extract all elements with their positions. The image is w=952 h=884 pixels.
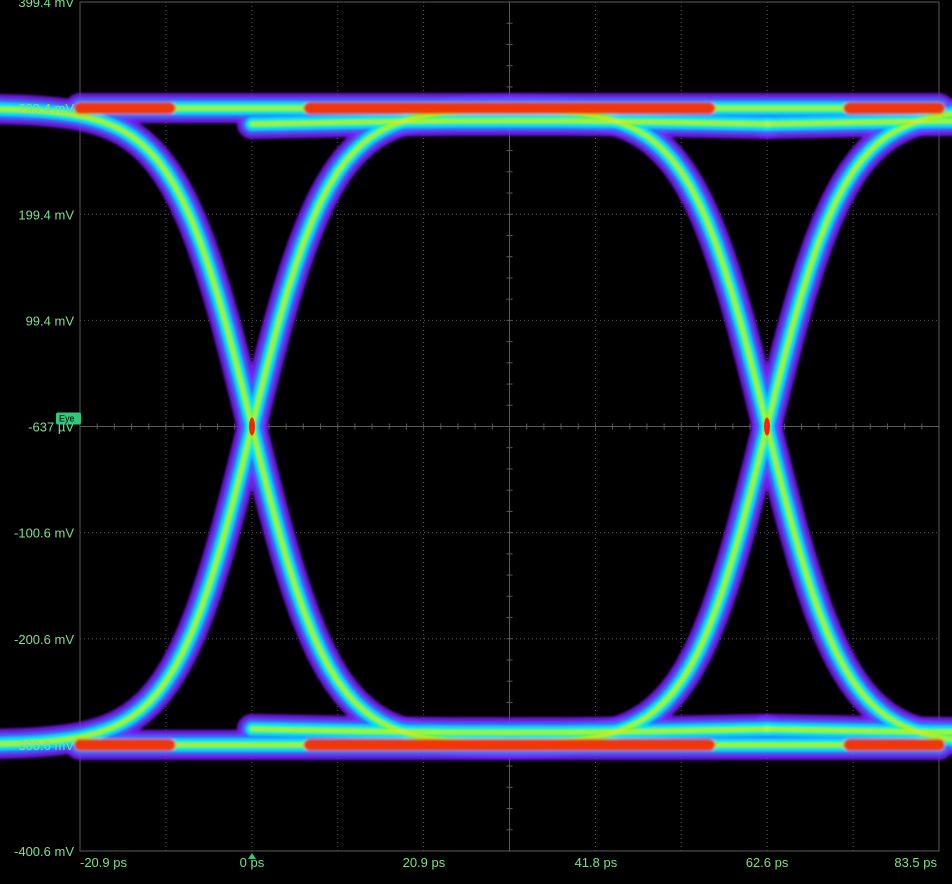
x-tick-label: 62.6 ps (746, 855, 789, 870)
crossing-point (764, 417, 771, 436)
y-tick-label: -100.6 mV (14, 526, 74, 541)
y-tick-label: 99.4 mV (26, 313, 75, 328)
y-tick-label: 199.4 mV (18, 207, 74, 222)
x-tick-label: 83.5 ps (894, 855, 937, 870)
x-tick-label: -20.9 ps (80, 855, 127, 870)
reference-level-marker-label: Eye (59, 414, 75, 424)
y-tick-label: -200.6 mV (14, 632, 74, 647)
x-tick-label: 20.9 ps (403, 855, 446, 870)
y-tick-label: -300.6 mV (14, 738, 74, 753)
x-tick-label: 41.8 ps (575, 855, 618, 870)
eye-diagram-display: 399.4 mV 299.4 mV 199.4 mV 99.4 mV -637 µV -1… (0, 0, 952, 884)
x-axis-labels: -20.9 ps 0 ps 20.9 ps 41.8 ps 62.6 ps 83.5 ps (80, 855, 937, 870)
eye-diagram-plot: 399.4 mV299.4 mV199.4 mV99.4 mV-637 µV-1… (0, 0, 952, 870)
y-tick-label: 299.4 mV (18, 101, 74, 116)
y-tick-label: -400.6 mV (14, 844, 74, 859)
crossing-point (248, 417, 255, 436)
y-tick-label: 399.4 mV (18, 0, 74, 10)
